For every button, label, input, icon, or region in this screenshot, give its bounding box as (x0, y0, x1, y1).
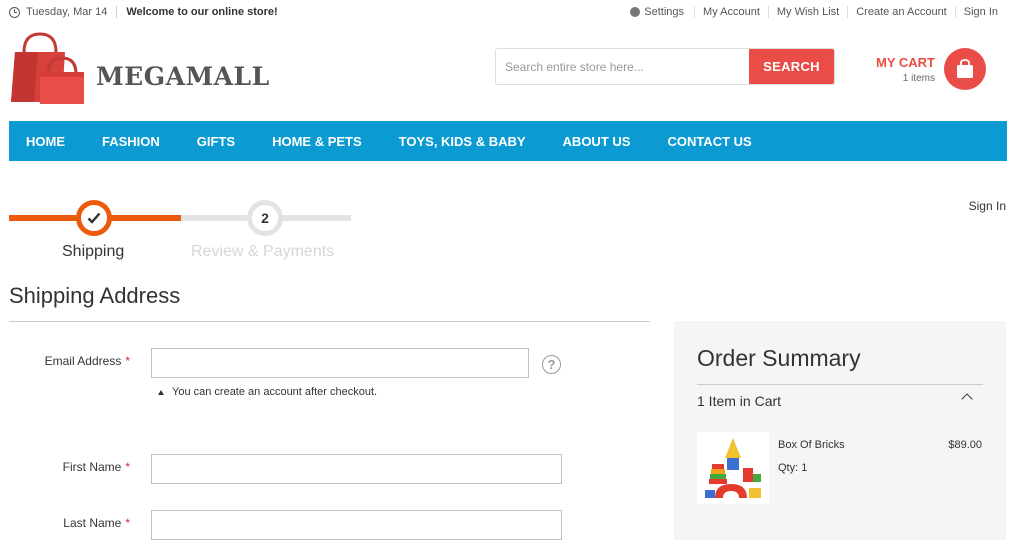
caret-up-icon (158, 390, 164, 395)
email-label-text: Email Address (44, 354, 122, 368)
my-account-link[interactable]: My Account (694, 6, 768, 18)
nav-home-pets[interactable]: HOME & PETS (272, 134, 362, 149)
items-in-cart-toggle[interactable]: 1 Item in Cart (697, 393, 781, 409)
chevron-up-icon[interactable] (961, 393, 973, 405)
first-name-label: First Name * (0, 460, 130, 474)
account-note: You can create an account after checkout… (158, 386, 377, 398)
checkout-progress: 2 Shipping Review & Payments (9, 196, 354, 266)
account-note-text: You can create an account after checkout… (172, 386, 378, 398)
globe-icon (630, 7, 641, 17)
search-box: Search entire store here... SEARCH (495, 48, 835, 85)
last-name-field[interactable] (151, 510, 562, 540)
create-account-link[interactable]: Create an Account (847, 6, 955, 18)
shipping-address-title: Shipping Address (9, 283, 181, 308)
step-review-marker[interactable]: 2 (247, 200, 283, 236)
nav-contact-us[interactable]: CONTACT US (667, 134, 751, 149)
cart-count: 1 items (902, 72, 935, 84)
checkout-sign-in-link[interactable]: Sign In (969, 199, 1006, 213)
last-name-label-text: Last Name (63, 516, 122, 530)
welcome-message: Welcome to our online store! (126, 6, 278, 18)
required-mark: * (125, 516, 130, 530)
shopping-bag-icon (956, 59, 973, 78)
step-shipping-label[interactable]: Shipping (62, 243, 124, 261)
main-navigation: HOME FASHION GIFTS HOME & PETS TOYS, KID… (9, 121, 1007, 161)
date-text: Tuesday, Mar 14 (26, 6, 108, 18)
email-field[interactable] (151, 348, 529, 378)
my-wish-list-link[interactable]: My Wish List (767, 6, 847, 18)
nav-fashion[interactable]: FASHION (102, 134, 160, 149)
cart-title: MY CART (876, 54, 935, 70)
top-bar-left: Tuesday, Mar 14 Welcome to our online st… (9, 6, 278, 18)
step-shipping-marker[interactable] (76, 200, 112, 236)
search-input[interactable]: Search entire store here... (496, 49, 749, 84)
order-summary: Order Summary 1 Item in Cart Box Of Bric… (674, 321, 1006, 540)
nav-home[interactable]: HOME (26, 134, 65, 149)
mini-cart[interactable]: MY CART 1 items (876, 47, 986, 91)
first-name-field[interactable] (151, 454, 562, 484)
toy-bricks-image (705, 438, 761, 498)
required-mark: * (125, 460, 130, 474)
required-mark: * (125, 354, 130, 368)
help-icon[interactable]: ? (542, 355, 561, 374)
settings-label: Settings (644, 6, 685, 18)
order-summary-title: Order Summary (697, 345, 861, 371)
nav-toys-kids-baby[interactable]: TOYS, KIDS & BABY (399, 134, 526, 149)
email-label: Email Address * (0, 354, 130, 368)
last-name-label: Last Name * (0, 516, 130, 530)
store-logo[interactable]: MEGAMALL (10, 30, 270, 106)
cart-text: MY CART 1 items (876, 55, 935, 84)
logo-text: MEGAMALL (96, 61, 270, 91)
nav-gifts[interactable]: GIFTS (197, 134, 235, 149)
settings-link[interactable]: Settings (622, 6, 694, 18)
top-bar: Tuesday, Mar 14 Welcome to our online st… (0, 0, 1024, 24)
product-name: Box Of Bricks (778, 439, 845, 451)
first-name-label-text: First Name (62, 460, 122, 474)
section-divider (9, 321, 650, 322)
product-price: $89.00 (948, 439, 982, 451)
top-sign-in-link[interactable]: Sign In (954, 6, 1006, 18)
cart-icon-circle[interactable] (943, 48, 986, 90)
divider (116, 6, 118, 18)
shopping-bags-icon (11, 32, 84, 104)
clock-icon (9, 6, 20, 18)
product-qty: Qty: 1 (778, 462, 808, 474)
nav-about-us[interactable]: ABOUT US (563, 134, 631, 149)
top-links: Settings My Account My Wish List Create … (622, 6, 1006, 18)
search-button[interactable]: SEARCH (749, 49, 834, 84)
checkmark-icon (87, 212, 101, 224)
product-thumbnail (697, 432, 769, 504)
step-review-label: Review & Payments (191, 243, 335, 260)
summary-divider (697, 384, 983, 385)
